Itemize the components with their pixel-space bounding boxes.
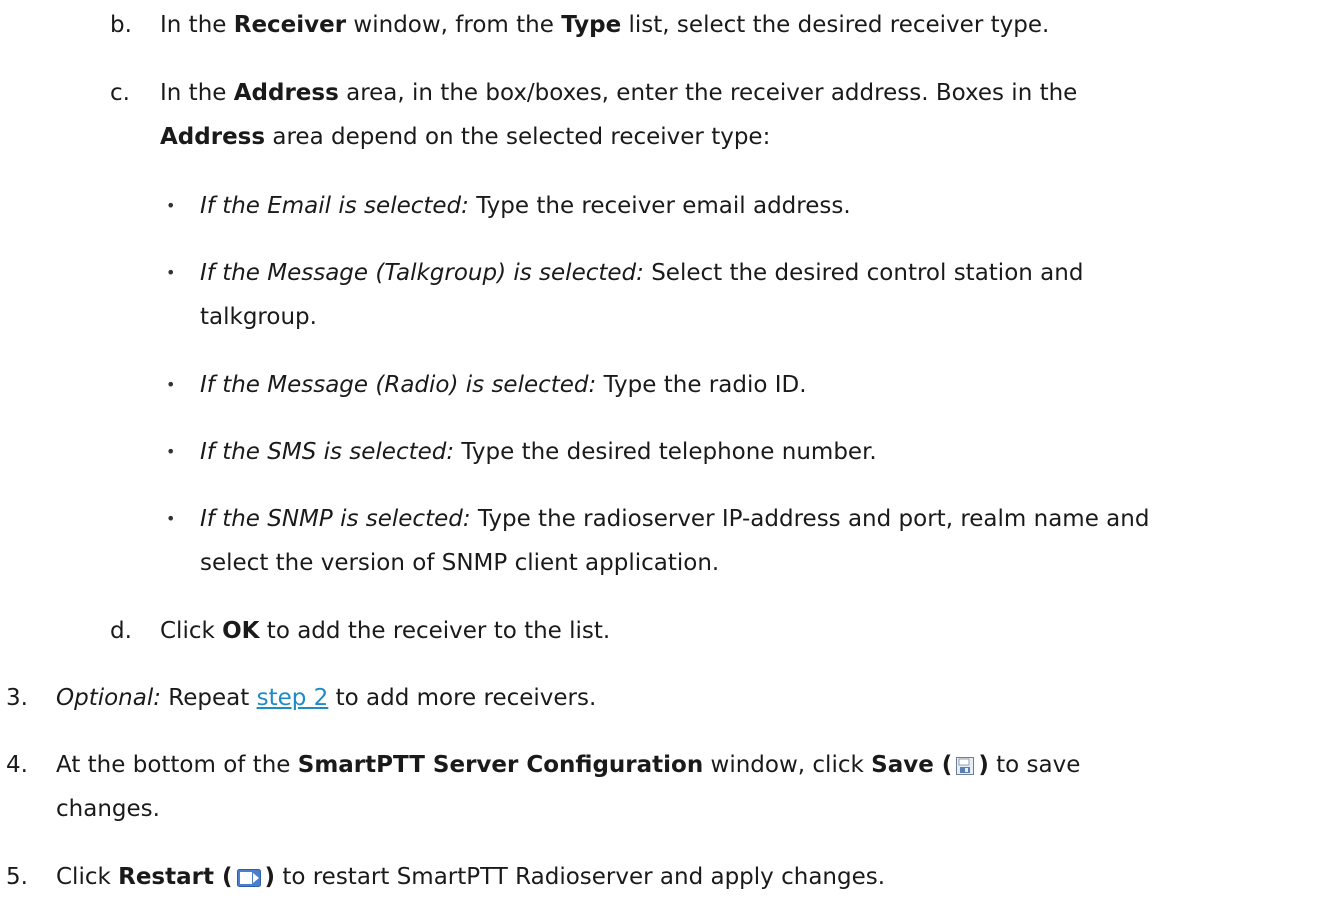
step-b-text: In the Receiver window, from the Type li… <box>160 10 1049 40</box>
step-d-text-1: Click <box>160 618 223 644</box>
bullet-3-text: Type the radio ID. <box>596 372 807 398</box>
bullet-5-condition: If the SNMP is selected: <box>200 506 471 532</box>
step-3-text-1: Repeat <box>161 685 257 711</box>
restart-label-close: ) <box>264 864 276 890</box>
bullet-5-dot: • <box>166 509 176 528</box>
address-label: Address <box>233 80 339 106</box>
step-5-text: Click Restart () to restart SmartPTT Rad… <box>56 862 885 895</box>
step-3-marker: 3. <box>6 685 28 711</box>
step-5-marker: 5. <box>6 864 28 890</box>
step-4-text-2: window, click <box>703 752 872 778</box>
ok-label: OK <box>222 618 260 644</box>
save-label-close: ) <box>978 752 989 778</box>
restart-label: Restart ( <box>118 864 233 890</box>
save-label: Save ( <box>871 752 953 778</box>
optional-label: Optional: <box>56 685 161 711</box>
step-c-marker: c. <box>110 80 130 106</box>
step-c-text-2: area, in the box/boxes, enter the receiv… <box>338 80 1078 106</box>
bullet-4: If the SMS is selected: Type the desired… <box>200 437 877 467</box>
server-config-window-label: SmartPTT Server Configuration <box>297 752 704 778</box>
step-2-link[interactable]: step 2 <box>257 685 329 711</box>
bullet-1: If the Email is selected: Type the recei… <box>200 191 851 221</box>
step-b-text-3: list, select the desired receiver type. <box>621 12 1050 38</box>
bullet-2-text: Select the desired control station and <box>643 260 1084 286</box>
bullet-2-cont: talkgroup. <box>200 304 317 330</box>
bullet-1-dot: • <box>166 196 176 215</box>
bullet-4-condition: If the SMS is selected: <box>200 439 455 465</box>
bullet-3-condition: If the Message (Radio) is selected: <box>200 372 597 398</box>
receiver-label: Receiver <box>233 12 347 38</box>
step-c-text-3: area depend on the selected receiver typ… <box>265 124 771 150</box>
type-label: Type <box>561 12 622 38</box>
bullet-4-dot: • <box>166 442 176 461</box>
step-c-text-1: In the <box>160 80 234 106</box>
step-d-marker: d. <box>110 618 132 644</box>
step-5-text-1: Click <box>56 864 119 890</box>
step-d-text-2: to add the receiver to the list. <box>259 618 611 644</box>
step-b-marker: b. <box>110 12 132 38</box>
bullet-2-dot: • <box>166 263 176 282</box>
step-4-cont: changes. <box>56 796 160 822</box>
step-3-text: Optional: Repeat step 2 to add more rece… <box>56 683 596 713</box>
step-4-marker: 4. <box>6 752 28 778</box>
bullet-5-cont: select the version of SNMP client applic… <box>200 550 720 576</box>
step-4-text-3: to save <box>988 752 1081 778</box>
step-b-text-1: In the <box>160 12 234 38</box>
bullet-3: If the Message (Radio) is selected: Type… <box>200 370 807 400</box>
step-c-text-line2: Address area depend on the selected rece… <box>160 122 770 152</box>
address-label-2: Address <box>160 124 266 150</box>
step-3-text-2: to add more receivers. <box>328 685 597 711</box>
bullet-1-condition: If the Email is selected: <box>200 193 469 219</box>
bullet-1-text: Type the receiver email address. <box>468 193 851 219</box>
step-4-text-line1: At the bottom of the SmartPTT Server Con… <box>56 750 1080 783</box>
restart-icon <box>236 865 261 895</box>
step-c-text-line1: In the Address area, in the box/boxes, e… <box>160 78 1077 108</box>
bullet-2-condition: If the Message (Talkgroup) is selected: <box>200 260 644 286</box>
bullet-5: If the SNMP is selected: Type the radios… <box>200 504 1149 534</box>
step-4-text-1: At the bottom of the <box>56 752 298 778</box>
step-d-text: Click OK to add the receiver to the list… <box>160 616 610 646</box>
step-b-text-2: window, from the <box>346 12 562 38</box>
save-icon <box>956 753 975 783</box>
step-5-text-2: to restart SmartPTT Radioserver and appl… <box>275 864 886 890</box>
bullet-3-dot: • <box>166 375 176 394</box>
bullet-2: If the Message (Talkgroup) is selected: … <box>200 258 1083 288</box>
bullet-4-text: Type the desired telephone number. <box>454 439 877 465</box>
bullet-5-text: Type the radioserver IP-address and port… <box>470 506 1150 532</box>
